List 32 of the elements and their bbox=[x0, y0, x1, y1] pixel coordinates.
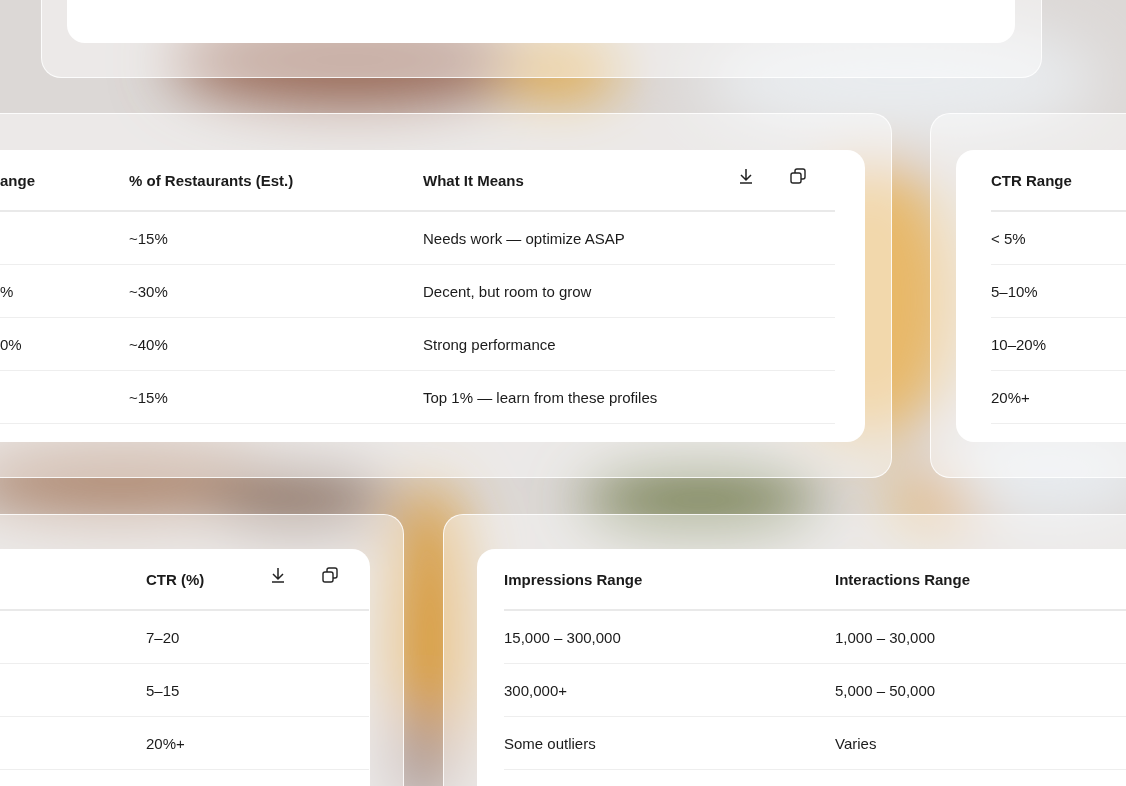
table-cell: 10–20% bbox=[991, 335, 1047, 353]
table-cell: 5–15 bbox=[146, 681, 180, 699]
column-header: CTR Range bbox=[991, 171, 1072, 189]
table-cell: ~15% bbox=[129, 229, 168, 247]
table-cell: % bbox=[0, 282, 14, 300]
table-cell: Varies bbox=[835, 734, 877, 752]
table-cell: ~40% bbox=[129, 335, 168, 353]
copy-icon[interactable] bbox=[788, 166, 808, 186]
table-cell: Some outliers bbox=[504, 734, 596, 752]
column-header: What It Means bbox=[423, 171, 524, 189]
table-cell: 20%+ bbox=[146, 734, 185, 752]
table-cell: ~30% bbox=[129, 282, 168, 300]
column-header: ange bbox=[0, 171, 35, 189]
table-cell: Strong performance bbox=[423, 335, 556, 353]
column-header: Interactions Range bbox=[835, 570, 971, 588]
column-header: CTR (%) bbox=[146, 570, 205, 588]
table-cell: 7–20 bbox=[146, 628, 180, 646]
table-cell: 5,000 – 50,000 bbox=[835, 681, 936, 699]
column-header: % of Restaurants (Est.) bbox=[129, 171, 294, 189]
table-cell: < 5% bbox=[991, 229, 1026, 247]
table-cell: 20%+ bbox=[991, 388, 1030, 406]
table-cell: 15,000 – 300,000 bbox=[504, 628, 621, 646]
column-header: Impressions Range bbox=[504, 570, 643, 588]
copy-icon[interactable] bbox=[320, 565, 340, 585]
table-cell: 5–10% bbox=[991, 282, 1038, 300]
table-cell: Needs work — optimize ASAP bbox=[423, 229, 625, 247]
table-cell: 300,000+ bbox=[504, 681, 567, 699]
table-cell: ~15% bbox=[129, 388, 168, 406]
table-cell: Decent, but room to grow bbox=[423, 282, 592, 300]
table-cell: 1,000 – 30,000 bbox=[835, 628, 936, 646]
table-cell: 0% bbox=[0, 335, 22, 353]
table-cell: Top 1% — learn from these profiles bbox=[423, 388, 658, 406]
